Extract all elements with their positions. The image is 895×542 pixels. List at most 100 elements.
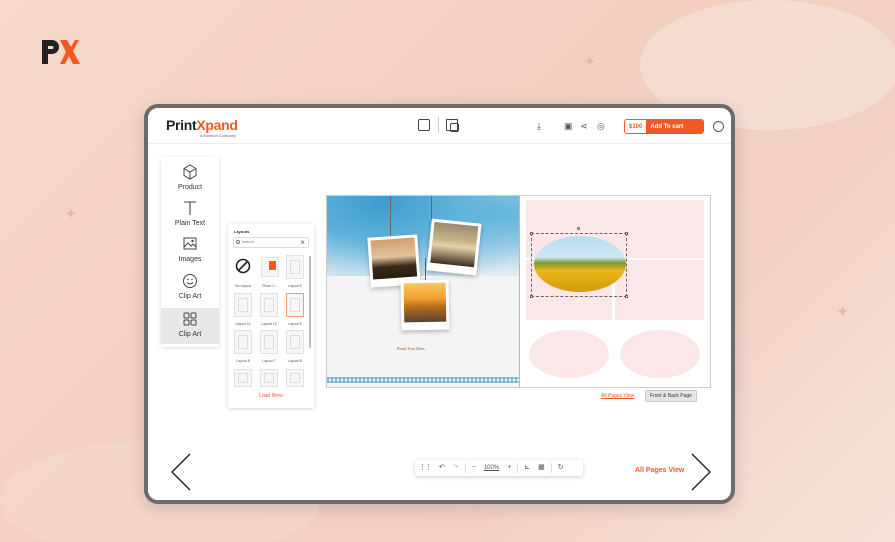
layout-caption: Layout 11: [235, 322, 251, 326]
hanging-photo-sunset[interactable]: [400, 279, 450, 331]
editor-window: PrintXpand A Kiintech Company ⤓ ▣ ⋖ ◎ $1…: [144, 104, 735, 504]
grid-icon[interactable]: ▦: [534, 461, 549, 475]
right-page[interactable]: [520, 196, 710, 387]
circle-placeholder[interactable]: [529, 330, 609, 378]
layout-thumb-7[interactable]: [260, 330, 278, 354]
watercolor-background: [327, 196, 519, 276]
editor-topbar: PrintXpand A Kiintech Company ⤓ ▣ ⋖ ◎ $1…: [148, 108, 731, 144]
tools-sidebar: Product Plain Text Images Clip Art Clip …: [161, 157, 219, 347]
left-page[interactable]: Brush Your Ideas: [327, 196, 519, 387]
user-account-icon[interactable]: [713, 121, 724, 132]
image-icon: [183, 237, 197, 250]
tool-images[interactable]: Images: [161, 233, 219, 269]
close-icon[interactable]: ×: [300, 238, 305, 247]
sparkle-icon: ✦: [64, 206, 78, 223]
all-pages-view-link[interactable]: All Pages View: [601, 393, 634, 399]
text-icon: [184, 201, 196, 215]
tool-label: Images: [178, 256, 202, 263]
tool-product[interactable]: Product: [161, 161, 219, 197]
gingham-border: [327, 377, 519, 383]
layout-thumb-8[interactable]: [234, 330, 252, 354]
drag-handle-icon[interactable]: ⋮⋮: [415, 461, 435, 475]
download-icon[interactable]: ⤓: [537, 121, 541, 131]
single-page-view-icon[interactable]: [418, 119, 430, 131]
tool-label: Plain Text: [174, 220, 206, 227]
layout-caption: Layout 10: [261, 322, 277, 326]
share-icon[interactable]: ⋖: [580, 121, 588, 131]
layout-caption: Photo C...: [262, 284, 278, 288]
layouts-scrollbar[interactable]: [309, 256, 311, 348]
layouts-title: Layouts: [234, 229, 250, 234]
ruler-icon[interactable]: ⊾: [520, 461, 534, 475]
refresh-icon[interactable]: ↻: [554, 461, 568, 475]
album-spread: Brush Your Ideas: [326, 195, 711, 388]
layout-caption: Layout 5: [288, 322, 302, 326]
layout-thumb-5-selected[interactable]: [286, 293, 304, 317]
circle-placeholder[interactable]: [620, 330, 700, 378]
layouts-panel: Layouts × No Layout Photo C... Layout 6 …: [228, 224, 314, 408]
layout-thumb[interactable]: [286, 369, 304, 387]
layout-thumb-10[interactable]: [260, 293, 278, 317]
layout-thumb[interactable]: [260, 369, 278, 387]
layout-thumb-6[interactable]: [286, 255, 304, 279]
left-page-logo-text: Brush Your Ideas: [397, 346, 425, 351]
zoom-toolbar: ⋮⋮ ↶ ↷ − 100% + ⊾ ▦ ↻: [415, 460, 583, 476]
toolbar-divider: [517, 463, 519, 473]
undo-icon[interactable]: ↶: [435, 461, 449, 475]
price-cart-group: $100 Add To cart: [624, 119, 704, 134]
hanging-photo-silhouette[interactable]: [426, 218, 482, 276]
rotate-handle[interactable]: [577, 227, 580, 230]
layout-search-input[interactable]: [242, 239, 292, 244]
tool-label: Clip Art: [178, 293, 202, 300]
resize-handle[interactable]: [530, 295, 533, 298]
photo-placeholder[interactable]: [615, 260, 704, 320]
px-logo-text: PX: [40, 36, 42, 37]
smiley-icon: [183, 274, 197, 288]
search-icon: [236, 240, 240, 244]
layout-thumb-8b[interactable]: [286, 330, 304, 354]
layout-caption: No Layout: [235, 284, 251, 288]
tool-layouts[interactable]: Clip Art: [161, 308, 219, 344]
zoom-out-icon[interactable]: −: [468, 461, 480, 475]
layout-thumb-11[interactable]: [234, 293, 252, 317]
no-layout-icon[interactable]: [235, 258, 251, 274]
all-pages-view-button[interactable]: All Pages View: [635, 467, 684, 474]
price-label: $100: [629, 124, 643, 130]
brand-subtitle: A Kiintech Company: [200, 133, 237, 138]
tool-clip-art[interactable]: Clip Art: [161, 270, 219, 306]
resize-handle[interactable]: [530, 232, 533, 235]
px-logo-icon: PX: [40, 36, 80, 64]
layout-caption: Layout 6: [288, 284, 302, 288]
zoom-in-icon[interactable]: +: [503, 461, 515, 475]
layout-search: ×: [233, 237, 309, 248]
resize-handle[interactable]: [625, 232, 628, 235]
resize-handle[interactable]: [625, 295, 628, 298]
hanging-string: [390, 196, 391, 240]
toolbar-divider: [438, 117, 439, 133]
layout-thumb[interactable]: [234, 369, 252, 387]
save-icon[interactable]: ▣: [564, 121, 573, 131]
load-more-link[interactable]: Load More: [228, 393, 314, 399]
preview-icon[interactable]: ◎: [597, 121, 605, 131]
next-page-arrow-icon[interactable]: [688, 452, 714, 492]
layout-caption: Layout 7: [262, 359, 276, 363]
brand-name-print: Print: [166, 117, 197, 133]
layout-caption: Layout 8: [236, 359, 250, 363]
previous-page-arrow-icon[interactable]: [168, 452, 194, 492]
sparkle-icon: ✦: [836, 304, 850, 321]
toolbar-divider: [550, 463, 552, 473]
selection-frame[interactable]: [531, 233, 627, 297]
brand-logo[interactable]: PrintXpand: [166, 117, 238, 133]
zoom-level[interactable]: 100%: [480, 461, 503, 475]
tool-label: Product: [177, 184, 203, 191]
sparkle-icon: ✦: [583, 54, 597, 71]
layout-thumb-photo-collage[interactable]: [261, 257, 279, 277]
tool-label: Clip Art: [178, 331, 202, 338]
add-to-cart-button[interactable]: Add To cart: [646, 120, 703, 133]
tool-plain-text[interactable]: Plain Text: [161, 197, 219, 233]
front-back-page-button[interactable]: Front & Back Page: [645, 390, 697, 402]
layout-caption: Layout 8: [288, 359, 302, 363]
cube-icon: [183, 164, 197, 180]
redo-icon[interactable]: ↷: [449, 461, 463, 475]
spread-view-icon-overlay: [450, 123, 459, 132]
